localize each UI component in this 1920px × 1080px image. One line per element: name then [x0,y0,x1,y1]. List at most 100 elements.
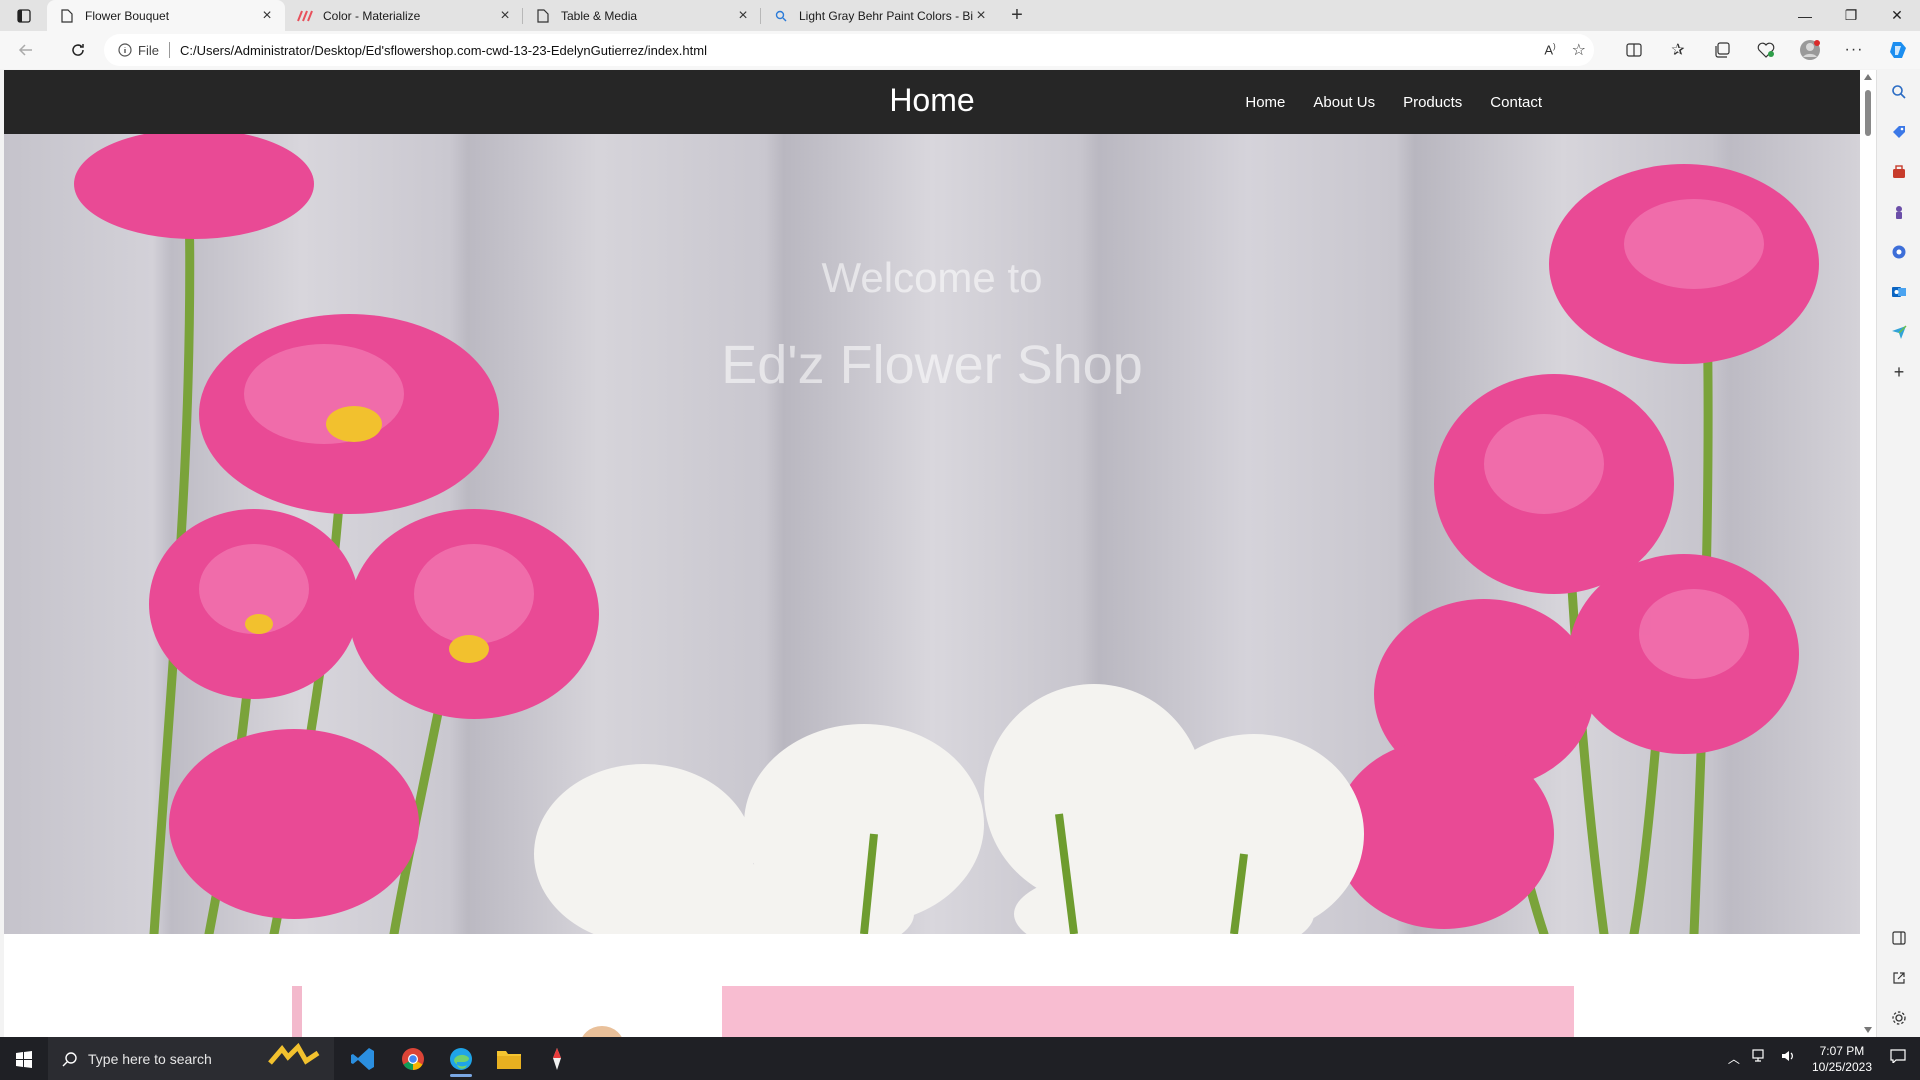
sidebar-office-icon[interactable] [1889,242,1909,262]
tab-table-media[interactable]: Table & Media × [523,0,761,31]
notifications-icon[interactable] [1882,1049,1920,1068]
tab-title: Color - Materialize [323,8,421,23]
plus-icon: + [1011,4,1023,26]
tab-actions-button[interactable] [0,0,47,31]
sidebar-shopping-tag-icon[interactable] [1889,122,1909,142]
taskbar-edge-icon[interactable] [438,1041,484,1077]
featured-image [582,1026,622,1037]
tab-close-icon[interactable]: × [973,7,989,24]
toolbar-icons: ✰ ··· [1612,31,1920,69]
sidebar-panel-icon[interactable] [1889,928,1909,948]
taskbar-vscode-icon[interactable] [340,1041,386,1077]
tab-close-icon[interactable]: × [259,7,275,24]
sidebar-games-icon[interactable] [1889,202,1909,222]
scroll-up-arrow-icon[interactable] [1864,74,1872,80]
tab-flower-bouquet[interactable]: Flower Bouquet × [47,0,285,31]
close-icon: ✕ [1891,7,1903,23]
site-nav-links: Home About Us Products Contact [1231,70,1556,134]
window-controls: — ❐ ✕ [1782,0,1920,31]
sidebar-search-icon[interactable] [1889,82,1909,102]
heart-pulse-icon [1757,42,1775,58]
page-scrollbar[interactable] [1860,70,1876,1037]
taskbar-paint-app-icon[interactable] [534,1041,580,1077]
materialize-icon [297,8,313,24]
refresh-button[interactable] [60,34,96,66]
nav-link-contact[interactable]: Contact [1476,94,1556,111]
tab-strip: Flower Bouquet × Color - Materialize × T… [0,0,1920,31]
site-info-button[interactable]: File [118,43,159,58]
search-icon [773,8,789,24]
collections-button[interactable] [1700,34,1744,66]
close-window-button[interactable]: ✕ [1874,0,1920,31]
site-navbar: Home Home About Us Products Contact [4,70,1860,134]
system-tray: ︿ 7:07 PM 10/25/2023 [1722,1037,1920,1080]
nav-link-products[interactable]: Products [1389,94,1476,111]
address-bar[interactable]: File C:/Users/Administrator/Desktop/Ed's… [104,34,1594,66]
split-screen-icon [1626,43,1642,57]
avatar [1800,40,1820,60]
scroll-thumb[interactable] [1865,90,1871,136]
taskbar-search-placeholder: Type here to search [88,1050,212,1067]
nav-link-about-us[interactable]: About Us [1299,94,1389,111]
minimize-icon: — [1798,7,1812,24]
hero-shop-name: Ed'z Flower Shop [721,335,1143,395]
scheme-label: File [138,42,159,58]
site-brand[interactable]: Home [4,82,1860,119]
edge-sidebar: + [1876,70,1920,1037]
tab-color-materialize[interactable]: Color - Materialize × [285,0,523,31]
tab-title: Flower Bouquet [85,8,170,23]
profile-button[interactable] [1788,34,1832,66]
featured-text-card [722,986,1574,1037]
more-dots-icon: ··· [1844,41,1864,58]
favorites-button[interactable]: ✰ [1656,34,1700,66]
restore-icon: ❐ [1844,7,1858,23]
taskbar-chrome-icon[interactable] [390,1041,436,1077]
clock-time: 7:07 PM [1819,1043,1865,1058]
copilot-button[interactable] [1876,34,1920,66]
info-icon [118,43,132,57]
back-arrow-icon [18,44,32,56]
search-icon [62,1051,77,1066]
split-screen-button[interactable] [1612,34,1656,66]
favorite-star-icon[interactable]: ☆ [1572,40,1586,60]
url-text[interactable]: C:/Users/Administrator/Desktop/Ed'sflowe… [180,43,707,58]
sidebar-send-icon[interactable] [1889,322,1909,342]
restore-button[interactable]: ❐ [1828,0,1874,31]
address-divider [168,42,170,58]
tab-close-icon[interactable]: × [735,7,751,24]
minimize-button[interactable]: — [1782,0,1828,31]
clock-date: 10/25/2023 [1811,1059,1872,1074]
copilot-icon [1890,42,1906,58]
tab-title: Table & Media [561,8,638,23]
browser-essentials-button[interactable] [1744,34,1788,66]
nav-link-home[interactable]: Home [1231,94,1299,111]
address-actions: A) ☆ [1544,34,1586,66]
sidebar-external-link-icon[interactable] [1889,968,1909,988]
tray-chevron-up-icon[interactable]: ︿ [1722,1050,1746,1067]
sidebar-tools-icon[interactable] [1889,162,1909,182]
collections-icon [1715,42,1730,58]
page-icon [535,8,551,24]
tab-close-icon[interactable]: × [497,7,513,24]
taskbar-clock[interactable]: 7:07 PM 10/25/2023 [1802,1043,1882,1075]
tab-behr-paint[interactable]: Light Gray Behr Paint Colors - Bin × [761,0,999,31]
hero-banner: Welcome to Ed'z Flower Shop [4,134,1860,934]
featured-image-card [292,986,718,1037]
back-button[interactable] [8,34,44,66]
tab-title: Light Gray Behr Paint Colors - Bin [799,8,973,23]
network-icon[interactable] [1746,1049,1774,1068]
volume-icon[interactable] [1774,1049,1802,1068]
sidebar-outlook-icon[interactable] [1889,282,1909,302]
windows-taskbar: Type here to search ︿ 7:07 PM 10/25/2023 [0,1037,1920,1080]
hero-welcome-text: Welcome to [821,254,1043,301]
new-tab-button[interactable]: + [999,0,1035,31]
sidebar-add-icon[interactable]: + [1889,362,1909,382]
sidebar-settings-gear-icon[interactable] [1889,1008,1909,1028]
settings-more-button[interactable]: ··· [1832,34,1876,66]
scroll-down-arrow-icon[interactable] [1864,1027,1872,1033]
taskbar-file-explorer-icon[interactable] [486,1041,532,1077]
read-aloud-icon[interactable]: A) [1544,42,1555,57]
start-button[interactable] [0,1037,48,1080]
page-icon [59,8,75,24]
taskbar-search-box[interactable]: Type here to search [48,1037,334,1080]
